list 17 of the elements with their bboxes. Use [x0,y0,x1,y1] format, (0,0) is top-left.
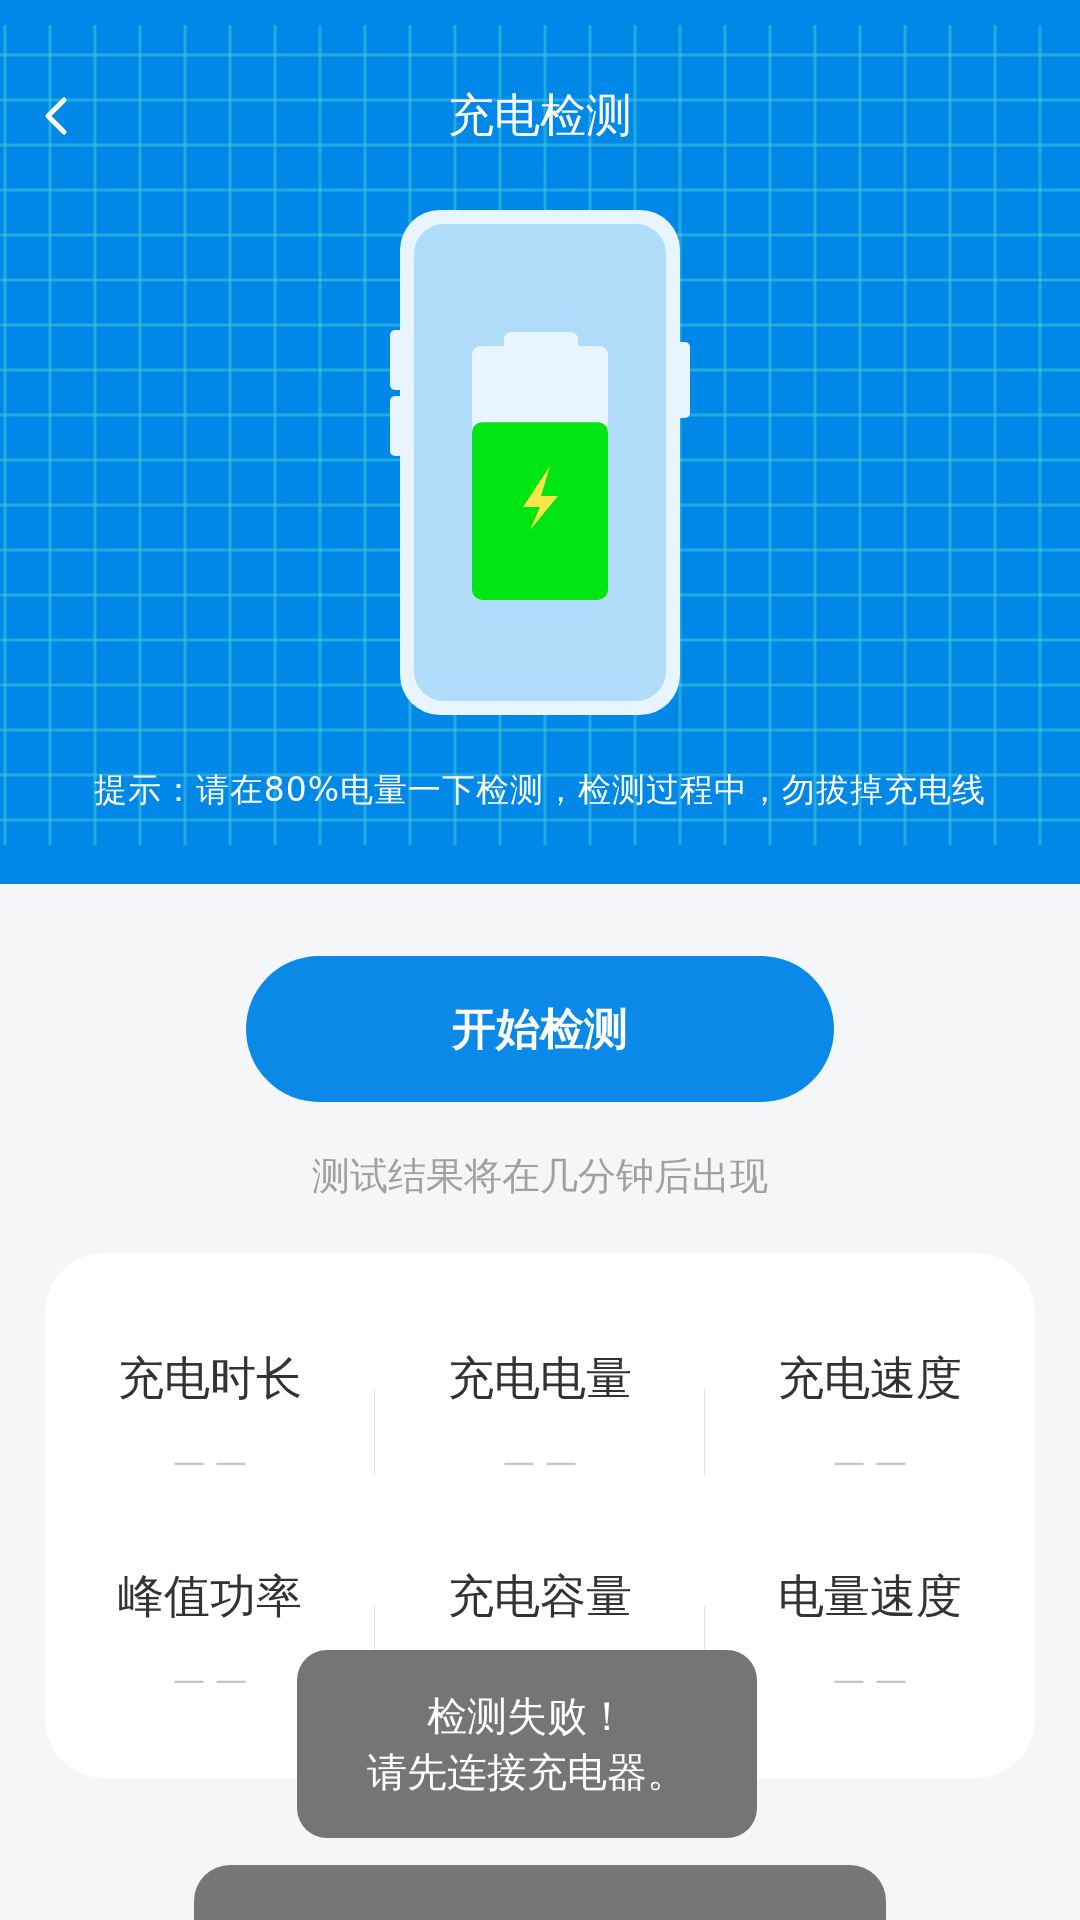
toast-text: 请先连接充电器。 [367,1748,687,1797]
page-title: 充电检测 [448,87,632,144]
stat-value: — — [172,1660,248,1701]
stat-label: 峰值功率 [118,1568,302,1625]
hint-text: 提示：请在80%电量一下检测，检测过程中，勿拔掉充电线 [93,769,987,811]
stat-label: 充电时长 [118,1350,302,1407]
start-button[interactable]: 开始检测 [246,956,834,1102]
stat-value: — — [832,1442,908,1483]
stat-label: 充电容量 [448,1568,632,1625]
toast-text: 检测失败！ [427,1692,627,1741]
stat-value: — — [832,1660,908,1701]
stat-label: 电量速度 [778,1568,962,1625]
result-note: 测试结果将在几分钟后出现 [312,1153,768,1200]
stat-value: — — [502,1442,578,1483]
stat-label: 充电电量 [448,1350,632,1407]
stat-value: — — [172,1442,248,1483]
stat-label: 充电速度 [778,1350,962,1407]
